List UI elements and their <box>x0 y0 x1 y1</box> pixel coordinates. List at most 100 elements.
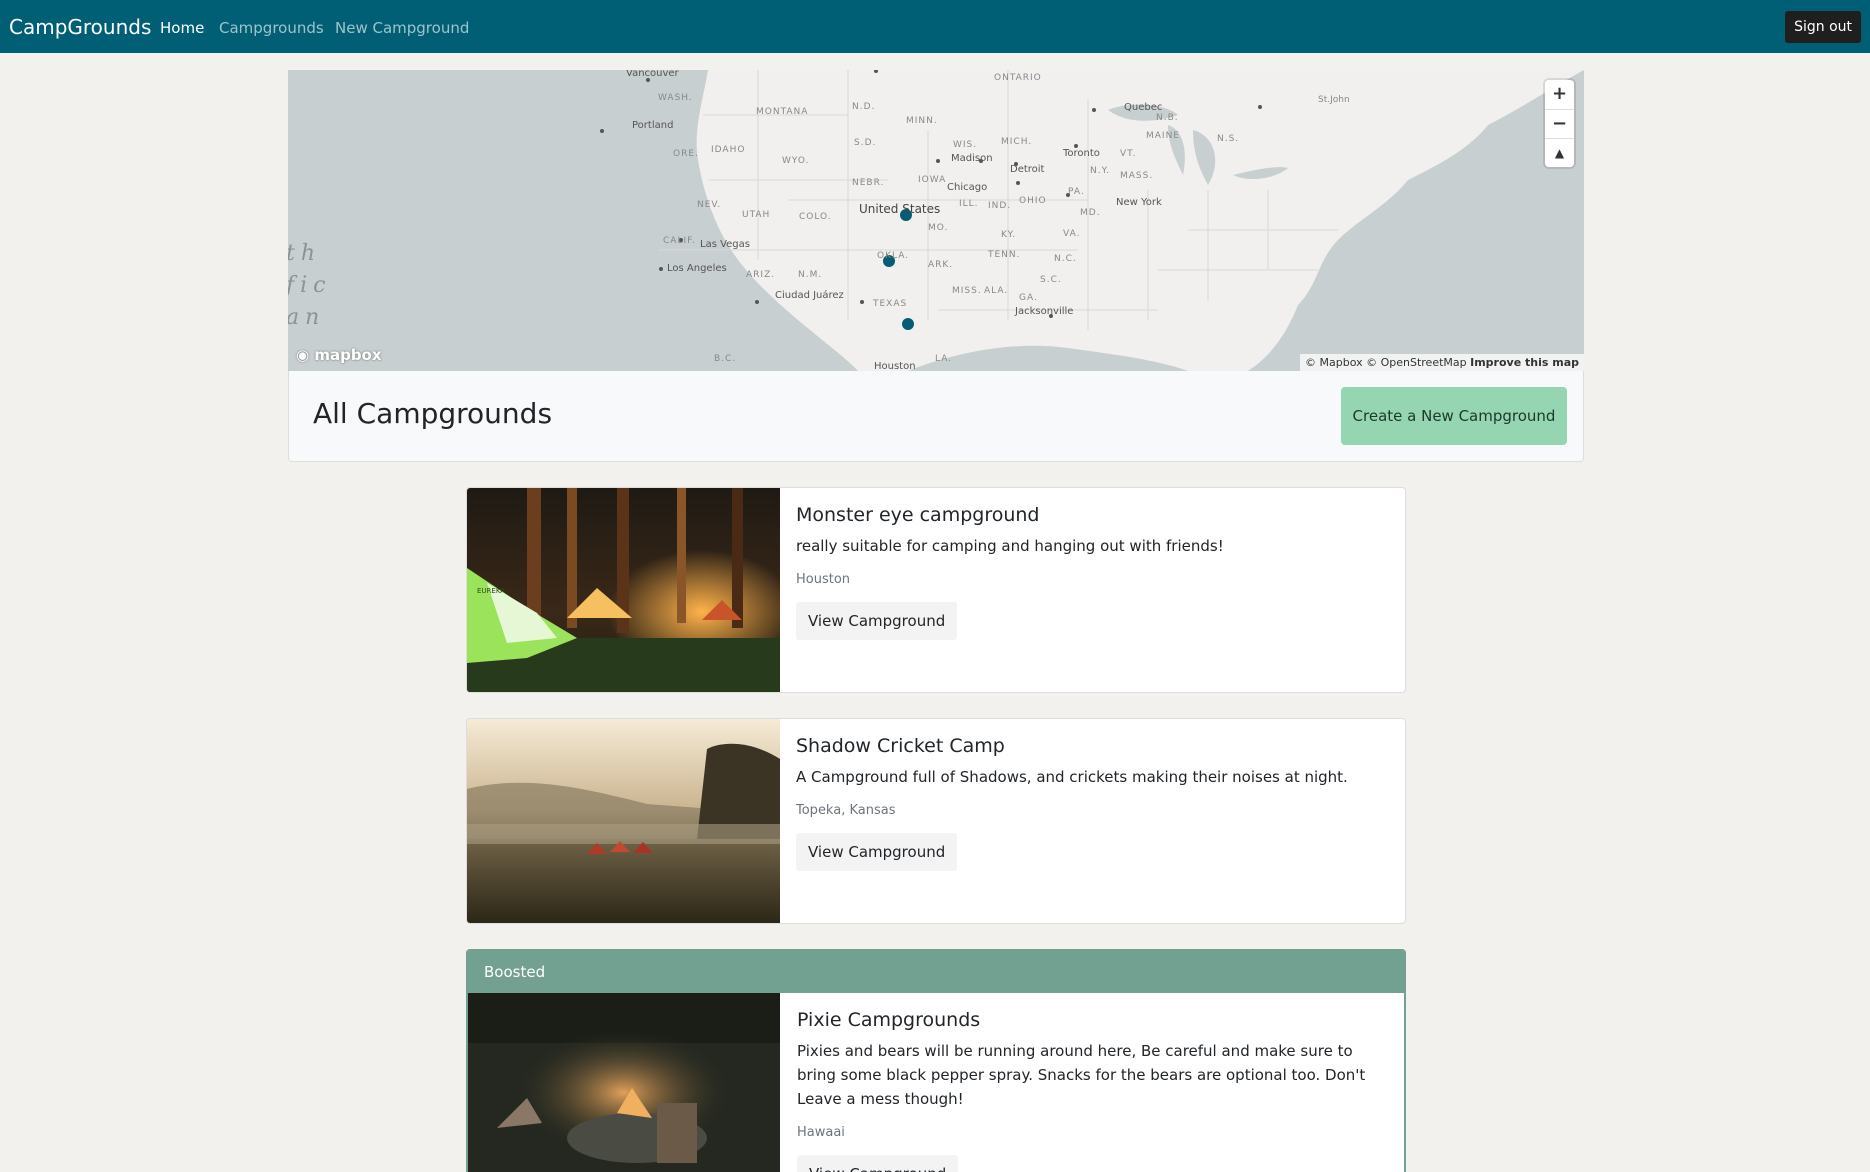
view-campground-button[interactable]: View Campground <box>796 833 958 871</box>
map-label-ga: GA. <box>1019 293 1038 303</box>
map-label-vancouver: Vancouver <box>626 70 680 79</box>
map-label-colo: COLO. <box>799 212 832 222</box>
campground-title: Monster eye campground <box>796 504 1040 526</box>
map-label-nb: N.B. <box>1156 113 1179 123</box>
campground-image <box>468 993 780 1172</box>
map-label-utah: UTAH <box>742 210 770 220</box>
map-label-ky: KY. <box>1001 230 1016 240</box>
map-label-houston: Houston <box>874 361 916 371</box>
map-label-calif: CALIF. <box>663 236 696 246</box>
map-label-miss: MISS. <box>952 286 982 296</box>
campground-location: Topeka, Kansas <box>796 803 896 818</box>
attribution-mapbox[interactable]: © Mapbox <box>1305 356 1363 369</box>
map-controls: + − ▲ <box>1545 80 1574 167</box>
map-label-ill: ILL. <box>959 199 979 209</box>
map-label-nm: N.M. <box>798 270 822 280</box>
card-body: Shadow Cricket Camp A Campground full of… <box>796 719 1389 871</box>
cluster-map[interactable]: Vancouver WASH. MONTANA N.D. MINN. ONTAR… <box>288 70 1584 371</box>
map-label-mo: MO. <box>928 223 948 233</box>
map-label-ark: ARK. <box>928 260 953 270</box>
map-label-texas: TEXAS <box>872 299 907 309</box>
campground-card: Shadow Cricket Camp A Campground full of… <box>466 718 1406 924</box>
map-label-detroit: Detroit <box>1010 164 1045 175</box>
campground-title: Pixie Campgrounds <box>797 1009 981 1031</box>
navbar: CampGrounds Home Campgrounds New Campgro… <box>0 0 1870 53</box>
map-label-idaho: IDAHO <box>711 145 745 155</box>
map-label-wis: WIS. <box>953 140 977 150</box>
map-label-sc: S.C. <box>1040 275 1062 285</box>
campground-description: really suitable for camping and hanging … <box>796 537 1224 555</box>
map-label-ohio: OHIO <box>1019 196 1047 206</box>
map-label-wash: WASH. <box>658 93 693 103</box>
mapbox-logo[interactable]: ◉ mapbox <box>296 346 382 364</box>
map-label-toronto: Toronto <box>1062 148 1100 159</box>
create-campground-button[interactable]: Create a New Campground <box>1341 387 1567 445</box>
campgrounds-header: All Campgrounds Create a New Campground <box>288 371 1584 462</box>
map-label-okla: OKLA. <box>877 251 909 261</box>
map-label-ns: N.S. <box>1217 134 1239 144</box>
map-ocean-label-3: an <box>288 305 325 330</box>
tent-brand-text: EUREKA <box>477 587 505 595</box>
compass-icon[interactable]: ▲ <box>1545 138 1574 167</box>
map-label-va: VA. <box>1063 229 1080 239</box>
map-label-las-vegas: Las Vegas <box>700 239 750 250</box>
nav-campgrounds[interactable]: Campgrounds <box>219 19 324 37</box>
mapbox-mark-icon: ◉ <box>296 346 310 364</box>
map-label-ariz: ARIZ. <box>746 270 775 280</box>
campground-description: Pixies and bears will be running around … <box>797 1042 1366 1108</box>
improve-map-link[interactable]: Improve this map <box>1470 356 1579 369</box>
minus-icon[interactable]: − <box>1545 109 1574 138</box>
map-label-ore: ORE. <box>673 149 699 159</box>
map-label-quebec: Quebec <box>1124 102 1162 113</box>
map-label-los-angeles: Los Angeles <box>667 263 727 274</box>
campground-card: EUREKA Monster eye campground really sui… <box>466 487 1406 693</box>
map-label-newyork: New York <box>1116 197 1162 208</box>
map-label-mich: MICH. <box>1001 137 1032 147</box>
map-label-maine: MAINE <box>1146 131 1180 141</box>
campground-image: EUREKA <box>467 488 780 692</box>
campground-title: Shadow Cricket Camp <box>796 735 1005 757</box>
campground-image <box>467 719 780 923</box>
campground-location: Houston <box>796 572 851 587</box>
map-label-ind: IND. <box>988 201 1011 211</box>
boosted-badge: Boosted <box>468 951 1404 993</box>
nav-home[interactable]: Home <box>160 19 204 37</box>
map-label-ciudad-juarez: Ciudad Juárez <box>775 289 844 301</box>
signout-button[interactable]: Sign out <box>1785 11 1861 43</box>
map-label-chicago: Chicago <box>947 182 987 193</box>
card-body: Pixie Campgrounds Pixies and bears will … <box>797 993 1388 1172</box>
campground-description: A Campground full of Shadows, and cricke… <box>796 768 1348 786</box>
map-label-wyo: WYO. <box>782 156 809 166</box>
map-label-madison: Madison <box>951 153 993 164</box>
map-label-vt: VT. <box>1120 149 1136 159</box>
view-campground-button[interactable]: View Campground <box>796 602 958 640</box>
map-label-minn: MINN. <box>906 116 938 126</box>
map-canvas: Vancouver WASH. MONTANA N.D. MINN. ONTAR… <box>288 70 1584 371</box>
map-label-ontario: ONTARIO <box>994 73 1042 83</box>
brand-logo[interactable]: CampGrounds <box>9 15 151 39</box>
map-label-mass: MASS. <box>1120 171 1153 181</box>
attribution-osm[interactable]: © OpenStreetMap <box>1366 356 1467 369</box>
map-label-united-states: United States <box>859 202 940 216</box>
map-label-bc: B.C. <box>714 354 736 364</box>
map-label-nebr: NEBR. <box>852 178 884 188</box>
map-label-pa: PA. <box>1068 187 1085 197</box>
campground-location: Hawaai <box>797 1125 845 1140</box>
map-label-iowa: IOWA <box>918 175 946 185</box>
map-label-nev: NEV. <box>697 200 721 210</box>
map-label-ny: N.Y. <box>1090 166 1110 176</box>
map-label-stjohn: St.John <box>1318 95 1350 105</box>
plus-icon[interactable]: + <box>1545 80 1574 109</box>
boosted-campground-card: Boosted Pixie Campgrounds Pixies and bea… <box>466 949 1406 1172</box>
map-ocean-label-2: fic <box>288 273 332 298</box>
map-label-la: LA. <box>935 354 952 364</box>
view-campground-button[interactable]: View Campground <box>797 1155 959 1172</box>
nav-new-campground[interactable]: New Campground <box>335 19 469 37</box>
map-label-portland: Portland <box>632 120 673 131</box>
map-label-ala: ALA. <box>984 286 1008 296</box>
map-label-sd: S.D. <box>854 138 876 148</box>
map-label-md: MD. <box>1080 208 1101 218</box>
page-title: All Campgrounds <box>313 397 553 430</box>
map-label-montana: MONTANA <box>756 107 808 117</box>
card-body: Monster eye campground really suitable f… <box>796 488 1389 640</box>
